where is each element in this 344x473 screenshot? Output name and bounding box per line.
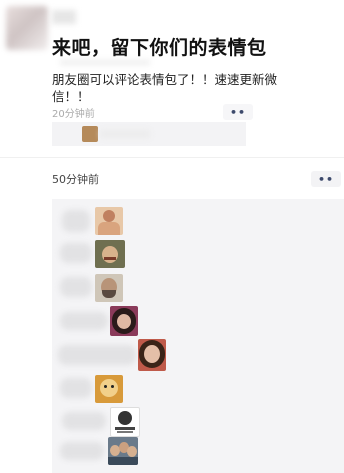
comment-name-blurred[interactable] (62, 210, 90, 232)
comment-name-blurred[interactable] (60, 378, 92, 398)
divider (0, 157, 344, 158)
woman-closeup-sticker[interactable] (138, 339, 166, 371)
post-timestamp: 20分钟前 (52, 109, 95, 120)
user-avatar[interactable] (6, 6, 48, 50)
cartoon-face-sticker[interactable] (95, 375, 123, 403)
comment-name-blurred[interactable] (60, 243, 92, 263)
post-body: 朋友圈可以评论表情包了！！速速更新微信！！ (52, 72, 278, 104)
blurred-text (60, 60, 150, 65)
more-options-button[interactable]: •• (311, 171, 341, 187)
like-names-blurred (100, 130, 150, 138)
user-name-blurred[interactable] (52, 10, 76, 24)
post-title: 来吧，留下你们的表情包 (52, 37, 267, 59)
comment-name-blurred[interactable] (60, 277, 92, 297)
shirtless-man-sticker[interactable] (95, 207, 123, 235)
second-post-timestamp: 50分钟前 (52, 173, 99, 186)
comment-name-blurred[interactable] (60, 312, 108, 330)
woman-sticker[interactable] (110, 306, 138, 336)
like-avatar[interactable] (82, 126, 98, 142)
bearded-man-sticker[interactable] (95, 274, 123, 302)
more-options-button[interactable]: •• (223, 104, 253, 120)
comment-name-blurred[interactable] (58, 345, 136, 365)
comment-name-blurred[interactable] (60, 442, 104, 460)
group-photo-sticker[interactable] (108, 437, 138, 465)
comment-name-blurred[interactable] (62, 412, 106, 430)
smiling-man-sticker[interactable] (95, 240, 125, 268)
meme-text-sticker[interactable] (110, 407, 140, 437)
